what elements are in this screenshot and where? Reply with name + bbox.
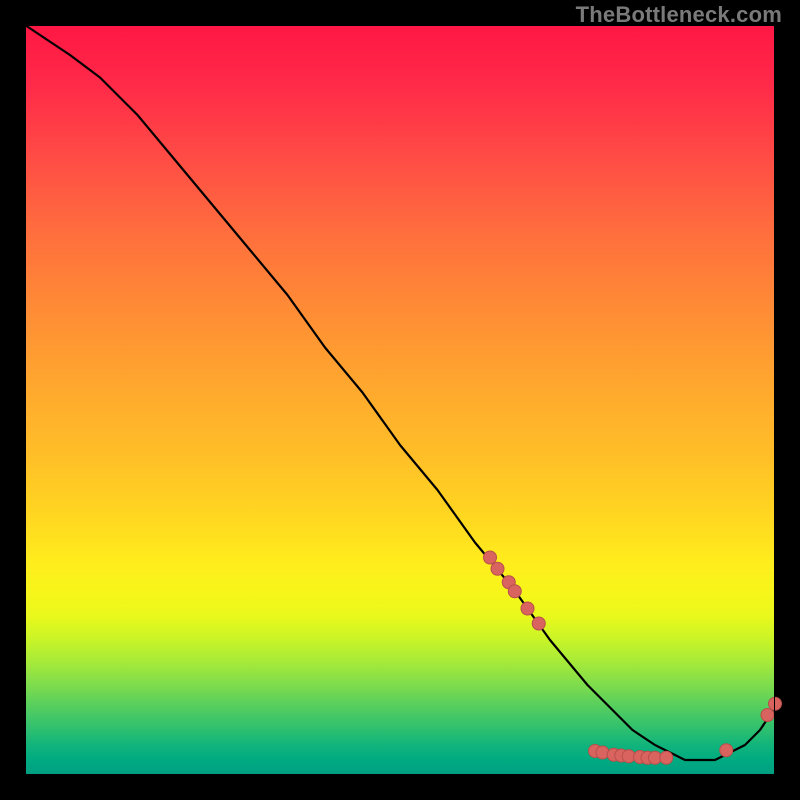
marker-dot xyxy=(596,746,609,759)
marker-dot xyxy=(720,744,733,757)
marker-dot xyxy=(532,617,545,630)
marker-dot xyxy=(484,551,497,564)
marker-dot xyxy=(761,709,774,722)
marker-dot xyxy=(660,751,673,764)
marker-dots-group xyxy=(484,551,782,764)
bottleneck-curve-line xyxy=(25,25,775,760)
marker-dot xyxy=(769,697,782,710)
chart-frame: TheBottleneck.com xyxy=(0,0,800,800)
chart-overlay-svg xyxy=(25,25,775,775)
marker-dot xyxy=(491,562,504,575)
marker-dot xyxy=(508,585,521,598)
marker-dot xyxy=(521,602,534,615)
